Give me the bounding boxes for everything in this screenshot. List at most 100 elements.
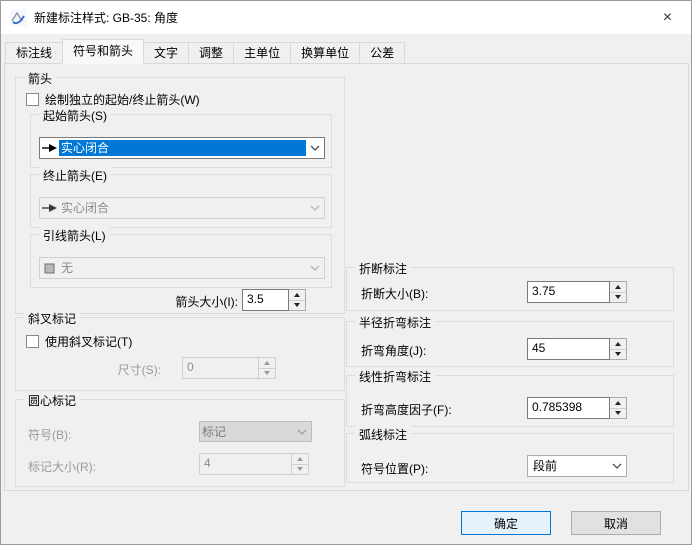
symbol-position-value: 段前	[528, 458, 608, 474]
jog-height-factor-field[interactable]: 0.785398	[527, 397, 610, 419]
close-icon: ×	[663, 9, 672, 27]
down-arrow-icon	[615, 352, 621, 356]
end-arrow-dropdown-button	[306, 198, 324, 218]
break-dimension-title: 折断标注	[355, 260, 411, 277]
break-dimension-group: 折断标注 折断大小(B): 3.75	[346, 267, 674, 311]
cancel-button[interactable]: 取消	[571, 511, 661, 535]
slant-size-label: 尺寸(S):	[71, 361, 161, 378]
break-size-field[interactable]: 3.75	[527, 281, 610, 303]
use-slant-tick-checkbox[interactable]: 使用斜叉标记(T)	[26, 333, 132, 350]
start-arrow-combo[interactable]: 实心闭合	[39, 137, 325, 159]
start-arrow-dropdown-button[interactable]	[306, 138, 324, 158]
spinner-up-button[interactable]	[289, 290, 305, 300]
center-symbol-value: 标记	[200, 424, 293, 440]
spinner-up-button[interactable]	[610, 339, 626, 349]
end-arrow-value: 实心闭合	[59, 200, 306, 216]
center-mark-group-title: 圆心标记	[24, 392, 80, 409]
radius-jog-group: 半径折弯标注 折弯角度(J): 45	[346, 321, 674, 367]
arc-dimension-group: 弧线标注 符号位置(P): 段前	[346, 433, 674, 483]
jog-angle-spinner[interactable]: 45	[527, 338, 627, 360]
center-size-field: 4	[199, 453, 292, 475]
center-size-label: 标记大小(R):	[28, 458, 96, 475]
new-dimension-style-dialog: 新建标注样式: GB-35: 角度 × 标注线 符号和箭头 文字 调整 主单位 …	[0, 0, 692, 545]
slant-size-spinner: 0	[182, 357, 276, 379]
window-title: 新建标注样式: GB-35: 角度	[34, 9, 178, 26]
break-size-label: 折断大小(B):	[361, 285, 428, 302]
down-arrow-icon	[264, 371, 270, 375]
tab-alternate-units[interactable]: 换算单位	[290, 42, 360, 64]
leader-arrow-dropdown-button	[306, 258, 324, 278]
chevron-down-icon	[310, 265, 320, 271]
spinner-down-button[interactable]	[610, 292, 626, 303]
spinner-up-button	[292, 454, 308, 464]
slant-tick-group: 斜叉标记 使用斜叉标记(T) 尺寸(S): 0	[15, 317, 345, 391]
radius-jog-title: 半径折弯标注	[355, 314, 435, 331]
spinner-up-button[interactable]	[610, 398, 626, 408]
end-arrow-group: 终止箭头(E) 实心闭合	[30, 174, 332, 228]
spinner-down-button	[259, 368, 275, 379]
none-arrow-icon	[40, 260, 59, 276]
chevron-down-icon	[310, 145, 320, 151]
up-arrow-icon	[264, 361, 270, 365]
spinner-down-button[interactable]	[289, 300, 305, 311]
spinner-down-button[interactable]	[610, 349, 626, 360]
down-arrow-icon	[615, 411, 621, 415]
down-arrow-icon	[297, 467, 303, 471]
cancel-button-label: 取消	[604, 515, 628, 532]
arrow-size-field[interactable]: 3.5	[242, 289, 289, 311]
leader-arrow-title: 引线箭头(L)	[39, 227, 110, 244]
tab-primary-units[interactable]: 主单位	[233, 42, 291, 64]
arrow-size-spinner[interactable]: 3.5	[242, 289, 306, 311]
spinner-up-button[interactable]	[610, 282, 626, 292]
independent-arrows-checkbox[interactable]: 绘制独立的起始/终止箭头(W)	[26, 91, 200, 108]
symbol-position-dropdown-button[interactable]	[608, 456, 626, 476]
ok-button[interactable]: 确定	[461, 511, 551, 535]
arrows-group-title: 箭头	[24, 70, 56, 87]
tab-fit[interactable]: 调整	[188, 42, 234, 64]
tab-dimension-lines[interactable]: 标注线	[5, 42, 63, 64]
start-arrow-group: 起始箭头(S) 实心闭合	[30, 114, 332, 168]
close-button[interactable]: ×	[645, 2, 690, 33]
center-symbol-dropdown-button	[293, 422, 311, 441]
checkbox-box[interactable]	[26, 335, 39, 348]
tab-symbols-and-arrows[interactable]: 符号和箭头	[62, 39, 144, 64]
chevron-down-icon	[612, 463, 622, 469]
spinner-buttons	[292, 453, 309, 475]
checkbox-box[interactable]	[26, 93, 39, 106]
solid-closed-arrow-icon	[40, 140, 59, 156]
jog-angle-field[interactable]: 45	[527, 338, 610, 360]
center-symbol-combo: 标记	[199, 421, 312, 442]
end-arrow-title: 终止箭头(E)	[39, 167, 111, 184]
solid-closed-arrow-icon	[40, 200, 59, 216]
use-slant-tick-label: 使用斜叉标记(T)	[45, 333, 132, 350]
linear-jog-title: 线性折弯标注	[355, 368, 435, 385]
down-arrow-icon	[615, 295, 621, 299]
tab-text[interactable]: 文字	[143, 42, 189, 64]
spinner-down-button	[292, 464, 308, 475]
ok-button-label: 确定	[494, 515, 518, 532]
start-arrow-title: 起始箭头(S)	[39, 107, 111, 124]
up-arrow-icon	[615, 342, 621, 346]
chevron-down-icon	[310, 205, 320, 211]
spinner-buttons	[610, 281, 627, 303]
up-arrow-icon	[297, 457, 303, 461]
spinner-down-button[interactable]	[610, 408, 626, 419]
spinner-buttons	[259, 357, 276, 379]
tab-bar: 标注线 符号和箭头 文字 调整 主单位 换算单位 公差	[5, 40, 404, 64]
up-arrow-icon	[615, 401, 621, 405]
center-mark-group: 圆心标记 符号(B): 标记 标记大小(R): 4	[15, 399, 345, 487]
jog-height-factor-label: 折弯高度因子(F):	[361, 401, 452, 418]
linear-jog-group: 线性折弯标注 折弯高度因子(F): 0.785398	[346, 375, 674, 427]
jog-height-factor-spinner[interactable]: 0.785398	[527, 397, 627, 419]
up-arrow-icon	[294, 293, 300, 297]
arc-dimension-title: 弧线标注	[355, 426, 411, 443]
symbol-position-combo[interactable]: 段前	[527, 455, 627, 477]
jog-angle-label: 折弯角度(J):	[361, 342, 426, 359]
end-arrow-combo: 实心闭合	[39, 197, 325, 219]
tab-tolerances[interactable]: 公差	[359, 42, 405, 64]
independent-arrows-label: 绘制独立的起始/终止箭头(W)	[45, 91, 200, 108]
break-size-spinner[interactable]: 3.75	[527, 281, 627, 303]
spinner-up-button	[259, 358, 275, 368]
center-size-spinner: 4	[199, 453, 309, 475]
slant-size-field: 0	[182, 357, 259, 379]
